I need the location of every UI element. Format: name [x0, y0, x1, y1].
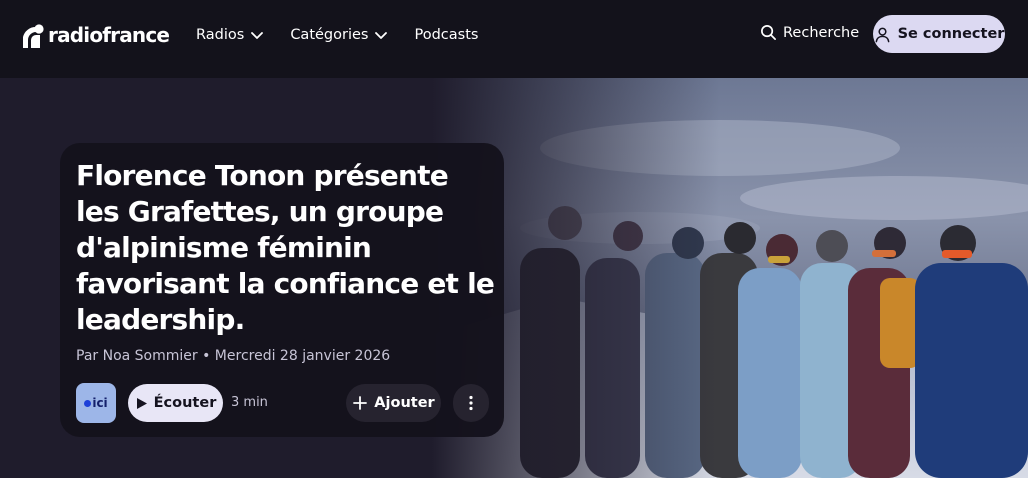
more-vertical-icon	[469, 395, 473, 411]
nav-item-categories[interactable]: Catégories	[290, 24, 388, 46]
station-logo-label: ici	[92, 396, 108, 410]
listen-label: Écouter	[153, 395, 217, 411]
play-icon	[136, 397, 147, 409]
chevron-down-icon	[251, 32, 264, 39]
login-button[interactable]: Se connecter	[873, 15, 1005, 53]
listen-button[interactable]: Écouter	[128, 384, 223, 422]
radiofrance-logo[interactable]: radiofrance	[20, 20, 170, 50]
nav-item-radios[interactable]: Radios	[196, 24, 264, 46]
chevron-down-icon	[375, 32, 388, 39]
logo-wordmark: radiofrance	[48, 23, 170, 47]
login-label: Se connecter	[897, 26, 1005, 42]
nav-item-label: Podcasts	[414, 27, 479, 43]
search-button[interactable]: Recherche	[760, 24, 859, 41]
hero-banner: Florence Tonon présente les Grafettes, u…	[0, 78, 1028, 478]
article-title[interactable]: Florence Tonon présente les Grafettes, u…	[76, 158, 496, 338]
nav-item-podcasts[interactable]: Podcasts	[414, 24, 478, 46]
more-options-button[interactable]	[453, 384, 489, 422]
user-icon	[875, 27, 889, 42]
search-icon	[761, 25, 776, 40]
add-button[interactable]: Ajouter	[346, 384, 441, 422]
radiofrance-logo-icon	[23, 24, 44, 48]
ici-dot-icon	[84, 399, 92, 407]
station-logo[interactable]: ici	[76, 383, 116, 423]
duration-label: 3 min	[231, 395, 268, 410]
article-meta: Par Noa Sommier • Mercredi 28 janvier 20…	[76, 348, 391, 364]
nav-item-label: Catégories	[290, 27, 369, 43]
article-actions: ici Écouter 3 min Ajouter	[76, 383, 489, 423]
main-nav: Radios Catégories Podcasts	[196, 24, 504, 46]
add-label: Ajouter	[374, 395, 435, 411]
plus-icon	[353, 396, 368, 410]
top-navigation-bar: radiofrance Radios Catégories Podcasts R…	[0, 0, 1028, 78]
nav-item-label: Radios	[196, 27, 245, 43]
search-label: Recherche	[783, 24, 860, 41]
article-card: Florence Tonon présente les Grafettes, u…	[60, 143, 504, 437]
